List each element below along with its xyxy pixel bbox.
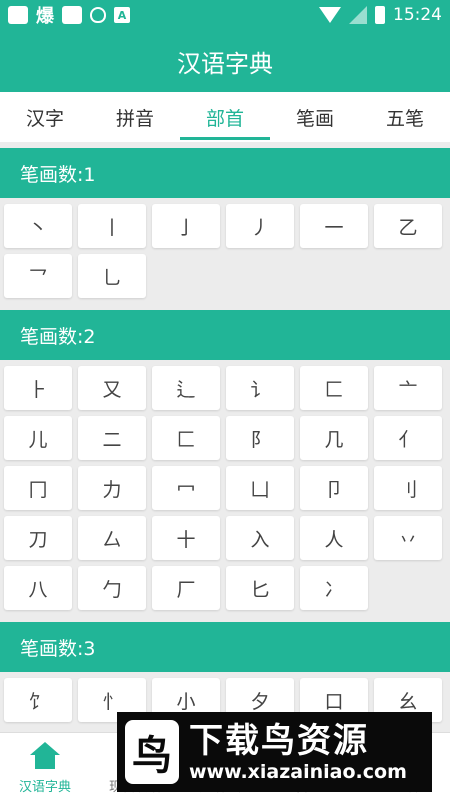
clock: 15:24 — [393, 5, 442, 25]
radical-button[interactable]: 乛 — [4, 254, 72, 298]
radical-button[interactable]: 阝 — [226, 416, 294, 460]
radical-button[interactable]: 匕 — [226, 566, 294, 610]
radical-button[interactable]: 冖 — [152, 466, 220, 510]
tab-bar: 汉字 拼音 部首 笔画 五笔 — [0, 92, 450, 142]
notification-square-icon — [8, 6, 28, 24]
radical-button[interactable]: 乚 — [78, 254, 146, 298]
radical-button[interactable]: 丿 — [226, 204, 294, 248]
radical-button[interactable]: 儿 — [4, 416, 72, 460]
radical-button[interactable]: 凵 — [226, 466, 294, 510]
section-header: 笔画数:2 — [0, 310, 450, 360]
radical-button[interactable]: 匚 — [152, 416, 220, 460]
watermark-brand: 下载鸟资源 — [189, 721, 369, 761]
radical-button[interactable]: 又 — [78, 366, 146, 410]
radical-button[interactable]: ⺊ — [4, 366, 72, 410]
radical-button[interactable]: 十 — [152, 516, 220, 560]
radical-button[interactable]: 亠 — [374, 366, 442, 410]
radical-button[interactable]: 匚 — [300, 366, 368, 410]
tab-0[interactable]: 汉字 — [0, 92, 90, 142]
radical-button[interactable]: 一 — [300, 204, 368, 248]
radical-button[interactable]: 厶 — [78, 516, 146, 560]
tab-4[interactable]: 五笔 — [360, 92, 450, 142]
radical-button[interactable]: ⻍ — [152, 366, 220, 410]
home-icon — [30, 742, 60, 770]
section-header: 笔画数:3 — [0, 622, 450, 672]
radical-button[interactable]: 丷 — [374, 516, 442, 560]
signal-icon — [349, 6, 367, 24]
watermark-banner: 鸟 下载鸟资源 www.xiazainiao.com — [117, 712, 432, 792]
nav-item-0[interactable]: 汉语字典 — [0, 733, 90, 801]
nav-item-label: 汉语字典 — [18, 780, 71, 795]
section-header: 笔画数:1 — [0, 148, 450, 198]
watermark-logo: 鸟 — [125, 720, 179, 784]
radical-button[interactable]: 勹 — [78, 566, 146, 610]
tab-2[interactable]: 部首 — [180, 92, 270, 142]
notification-app-label: 爆 — [36, 6, 54, 27]
radical-button[interactable]: 丨 — [78, 204, 146, 248]
watermark-url: www.xiazainiao.com — [189, 761, 407, 783]
radical-button[interactable]: 人 — [300, 516, 368, 560]
radical-button[interactable]: 力 — [78, 466, 146, 510]
radical-button[interactable]: 丶 — [4, 204, 72, 248]
radical-button[interactable]: 刀 — [4, 516, 72, 560]
wifi-icon — [319, 7, 341, 23]
radical-grid: 丶丨亅丿一乙乛乚 — [0, 198, 450, 304]
tab-3[interactable]: 笔画 — [270, 92, 360, 142]
radical-button[interactable]: 入 — [226, 516, 294, 560]
radical-list[interactable]: 笔画数:1 丶丨亅丿一乙乛乚笔画数:2 ⺊又⻍⻈匚亠儿二匚阝几亻冂力冖凵卩刂刀厶十入… — [0, 142, 450, 732]
radical-button[interactable]: 亅 — [152, 204, 220, 248]
notification-square-icon — [62, 6, 82, 24]
radical-button[interactable]: 几 — [300, 416, 368, 460]
radical-button[interactable]: 亻 — [374, 416, 442, 460]
radical-button[interactable]: 冫 — [300, 566, 368, 610]
radical-button[interactable]: 刂 — [374, 466, 442, 510]
tab-1[interactable]: 拼音 — [90, 92, 180, 142]
battery-icon — [375, 6, 385, 24]
a-box-icon: A — [114, 7, 130, 23]
radical-button[interactable]: 饣 — [4, 678, 72, 722]
radical-button[interactable]: 卩 — [300, 466, 368, 510]
radical-button[interactable]: ⻈ — [226, 366, 294, 410]
shield-icon — [90, 7, 106, 23]
radical-grid: ⺊又⻍⻈匚亠儿二匚阝几亻冂力冖凵卩刂刀厶十入人丷八勹厂匕冫 — [0, 360, 450, 616]
radical-button[interactable]: 厂 — [152, 566, 220, 610]
radical-button[interactable]: 二 — [78, 416, 146, 460]
radical-button[interactable]: 八 — [4, 566, 72, 610]
app-title-bar: 汉语字典 — [0, 30, 450, 92]
radical-button[interactable]: 冂 — [4, 466, 72, 510]
status-bar: 爆 A 15:24 — [0, 0, 450, 30]
page-title: 汉语字典 — [177, 49, 273, 78]
radical-button[interactable]: 乙 — [374, 204, 442, 248]
